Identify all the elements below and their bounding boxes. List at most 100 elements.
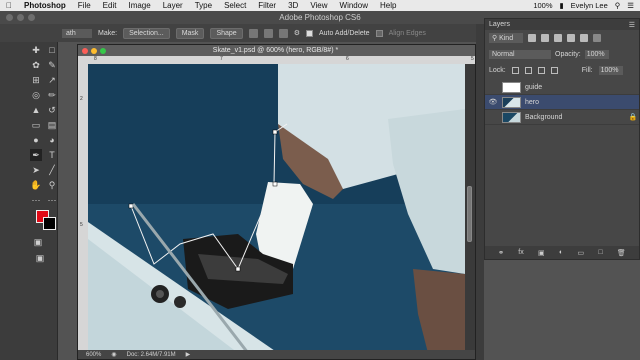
search-icon[interactable]: ⚲ [615,1,621,10]
quick-select-tool-icon[interactable]: ✎ [46,59,58,71]
vertical-scrollbar[interactable] [465,64,475,353]
stamp-tool-icon[interactable]: ▲ [30,104,42,116]
move-tool-icon[interactable]: ✚ [30,44,42,56]
adjustment-layer-icon[interactable]: ◐ [559,249,563,256]
pen-tool-icon[interactable]: ✒ [30,149,42,161]
path-operations-icon[interactable] [248,28,258,38]
blur-tool-icon[interactable]: ● [30,134,42,146]
filter-adjustment-icon[interactable] [541,34,549,42]
layer-row-hero[interactable]: 👁 hero [485,95,639,110]
healing-tool-icon[interactable]: ◎ [30,89,42,101]
layer-row-background[interactable]: Background 🔒 [485,110,639,125]
menu-window[interactable]: Window [334,1,374,10]
menu-select[interactable]: Select [218,1,252,10]
menu-filter[interactable]: Filter [252,1,282,10]
screen-mode-icon[interactable]: ▣ [34,252,46,264]
layer-style-icon[interactable]: fx [518,249,523,256]
opacity-field[interactable]: 100% [584,50,609,59]
zoom-level[interactable]: 600% [86,352,101,358]
align-edges-checkbox[interactable] [375,29,383,37]
menu-view[interactable]: View [304,1,333,10]
menu-file[interactable]: File [72,1,97,10]
edit-toolbar-icon[interactable]: ⋯ [46,194,58,206]
marquee-tool-icon[interactable]: □ [46,44,58,56]
document-title: Skate_v1.psd @ 600% (hero, RGB/8#) * [212,47,339,54]
mask-button[interactable]: Mask [175,27,205,39]
filter-toggle-icon[interactable] [593,34,601,42]
blend-mode-dropdown[interactable]: Normal [489,50,551,59]
eyedropper-tool-icon[interactable]: ↗ [46,74,58,86]
layer-name: Background [525,113,563,121]
menu-type[interactable]: Type [189,1,218,10]
menu-edit[interactable]: Edit [97,1,123,10]
visibility-toggle[interactable] [488,113,498,122]
gradient-tool-icon[interactable]: ▤ [46,119,58,131]
user-name[interactable]: Evelyn Lee [571,1,608,10]
line-tool-icon[interactable]: ╱ [46,164,58,176]
canvas-image[interactable] [88,64,465,353]
minimize-window-button[interactable] [17,14,24,21]
shape-button[interactable]: Shape [210,27,243,39]
filter-pixel-icon[interactable] [528,34,536,42]
menu-3d[interactable]: 3D [282,1,304,10]
layer-row-guide[interactable]: guide [485,80,639,95]
fill-field[interactable]: 100% [598,66,623,75]
horizontal-ruler[interactable]: 8 7 6 5 [88,56,475,64]
filter-smart-object-icon[interactable] [580,34,588,42]
tool-preset-dropdown[interactable]: ath [62,28,92,38]
menu-list-icon[interactable]: ☰ [627,1,634,10]
lock-position-icon[interactable] [537,67,545,74]
add-mask-icon[interactable]: ▣ [538,249,545,257]
hand-tool-icon[interactable]: ✋ [30,179,42,191]
auto-add-delete-checkbox[interactable] [305,29,313,37]
type-tool-icon[interactable]: T [46,149,58,161]
path-arrangement-icon[interactable] [278,28,288,38]
zoom-window-button[interactable] [28,14,35,21]
new-group-icon[interactable]: ▭ [577,249,584,257]
menu-help[interactable]: Help [374,1,402,10]
path-alignment-icon[interactable] [263,28,273,38]
dodge-tool-icon[interactable]: ◕ [46,134,58,146]
battery-icon[interactable]: ▮ [560,1,564,10]
document-canvas[interactable] [88,64,465,353]
history-brush-icon[interactable]: ↺ [46,104,58,116]
brush-tool-icon[interactable]: ✏ [46,89,58,101]
panel-menu-icon[interactable]: ☰ [629,21,635,29]
vertical-ruler[interactable]: 2 5 [78,56,88,352]
menu-layer[interactable]: Layer [157,1,189,10]
link-layers-icon[interactable]: ⚭ [498,249,504,257]
background-color-swatch[interactable] [43,217,56,230]
more-tools-icon[interactable]: ⋯ [30,194,42,206]
layers-tab[interactable]: Layers [489,21,510,28]
lasso-tool-icon[interactable]: ✿ [30,59,42,71]
filter-kind-dropdown[interactable]: ⚲ Kind [489,33,523,43]
lock-transparent-icon[interactable] [511,67,519,74]
align-edges-label: Align Edges [388,29,426,37]
menu-app-name[interactable]: Photoshop [18,1,72,10]
filter-shape-icon[interactable] [567,34,575,42]
path-select-tool-icon[interactable]: ➤ [30,164,42,176]
lock-image-icon[interactable] [524,67,532,74]
zoom-tool-icon[interactable]: ⚲ [46,179,58,191]
selection-button[interactable]: Selection... [123,27,170,39]
doc-close-button[interactable] [82,47,88,54]
status-arrow-icon[interactable]: ▶ [186,351,191,358]
document-size: Doc: 2.64M/7.91M [126,351,176,358]
new-layer-icon[interactable]: □ [598,249,602,256]
eye-icon[interactable]: 👁 [488,98,498,107]
lock-all-icon[interactable] [550,67,558,74]
vertical-scrollbar-thumb[interactable] [467,186,472,242]
quick-mask-icon[interactable]: ▣ [32,236,44,248]
menu-image[interactable]: Image [122,1,156,10]
visibility-toggle[interactable] [488,83,498,92]
document-tab[interactable]: Skate_v1.psd @ 600% (hero, RGB/8#) * [78,45,475,56]
eraser-tool-icon[interactable]: ▭ [30,119,42,131]
apple-menu-icon[interactable]:  [0,1,18,10]
delete-layer-icon[interactable]: 🗑 [617,249,626,257]
status-info-icon[interactable]: ◉ [111,351,116,358]
close-window-button[interactable] [6,14,13,21]
crop-tool-icon[interactable]: ⊞ [30,74,42,86]
gear-icon[interactable]: ⚙ [294,29,300,37]
filter-type-icon[interactable] [554,34,562,42]
doc-minimize-button[interactable] [91,47,97,54]
